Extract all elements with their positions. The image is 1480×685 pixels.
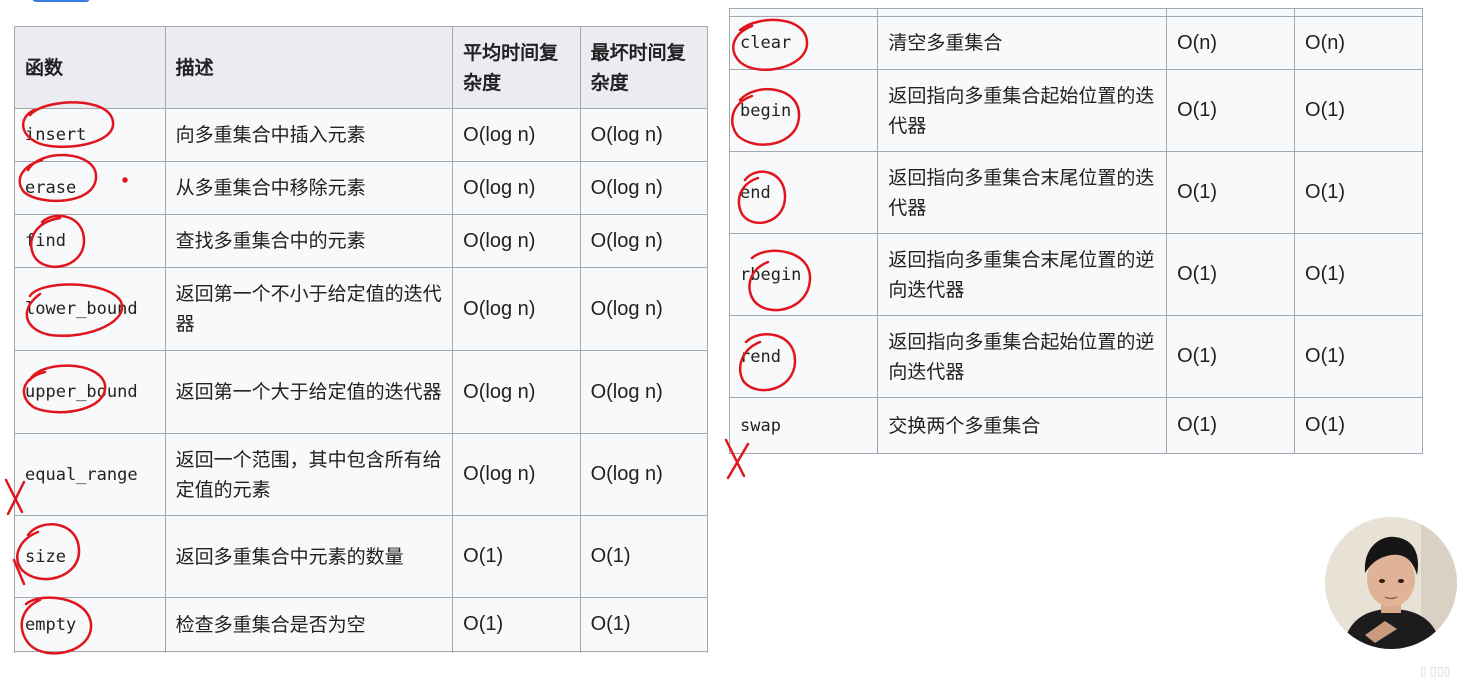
worst-complexity: O(log n) bbox=[579, 161, 709, 215]
function-description: 查找多重集合中的元素 bbox=[164, 214, 454, 268]
worst-complexity: O(1) bbox=[579, 597, 709, 652]
header-function: 函数 bbox=[14, 26, 166, 109]
table-row: clear 清空多重集合 O(n) O(n) bbox=[728, 16, 1423, 70]
table-row: equal_range 返回一个范围，其中包含所有给定值的元素 O(log n)… bbox=[14, 433, 709, 516]
function-name: lower_bound bbox=[14, 267, 166, 351]
average-complexity: O(log n) bbox=[452, 267, 581, 351]
function-name: upper_bound bbox=[14, 350, 166, 434]
function-description: 返回一个范围，其中包含所有给定值的元素 bbox=[164, 433, 454, 516]
average-complexity: O(1) bbox=[452, 515, 581, 598]
worst-complexity: O(1) bbox=[1294, 397, 1423, 454]
function-description: 返回指向多重集合起始位置的逆向迭代器 bbox=[877, 315, 1168, 398]
function-name: rend bbox=[728, 315, 879, 398]
table-header-row: 函数 描述 平均时间复杂度 最坏时间复杂度 bbox=[14, 26, 709, 109]
average-complexity: O(log n) bbox=[452, 108, 581, 162]
complexity-table-right: clear 清空多重集合 O(n) O(n) begin 返回指向多重集合起始位… bbox=[728, 8, 1423, 454]
function-description: 返回第一个大于给定值的迭代器 bbox=[164, 350, 454, 434]
worst-complexity: O(1) bbox=[1294, 233, 1423, 316]
complexity-table-left: 函数 描述 平均时间复杂度 最坏时间复杂度 insert 向多重集合中插入元素 … bbox=[14, 26, 709, 653]
average-complexity: O(log n) bbox=[452, 350, 581, 434]
worst-complexity: O(log n) bbox=[579, 350, 709, 434]
table-row: rend 返回指向多重集合起始位置的逆向迭代器 O(1) O(1) bbox=[728, 315, 1423, 398]
table-row: swap 交换两个多重集合 O(1) O(1) bbox=[728, 397, 1423, 454]
function-name: rbegin bbox=[728, 233, 879, 316]
function-name: end bbox=[728, 151, 879, 234]
average-complexity: O(1) bbox=[1166, 151, 1296, 234]
average-complexity: O(log n) bbox=[452, 161, 581, 215]
presenter-avatar bbox=[1325, 517, 1457, 649]
worst-complexity: O(n) bbox=[1294, 16, 1423, 70]
average-complexity: O(1) bbox=[1166, 397, 1296, 454]
table-row: rbegin 返回指向多重集合末尾位置的逆向迭代器 O(1) O(1) bbox=[728, 233, 1423, 316]
table-row: find 查找多重集合中的元素 O(log n) O(log n) bbox=[14, 214, 709, 268]
function-description: 清空多重集合 bbox=[877, 16, 1168, 70]
table-row-cut bbox=[14, 651, 709, 653]
header-description: 描述 bbox=[164, 26, 454, 109]
header-average-complexity: 平均时间复杂度 bbox=[452, 26, 581, 109]
table-row-cut bbox=[728, 8, 1423, 17]
worst-complexity: O(log n) bbox=[579, 267, 709, 351]
function-name: clear bbox=[728, 16, 879, 70]
table-row: begin 返回指向多重集合起始位置的迭代器 O(1) O(1) bbox=[728, 69, 1423, 152]
table-row: lower_bound 返回第一个不小于给定值的迭代器 O(log n) O(l… bbox=[14, 267, 709, 351]
function-description: 从多重集合中移除元素 bbox=[164, 161, 454, 215]
function-name: swap bbox=[728, 397, 879, 454]
header-worst-complexity: 最坏时间复杂度 bbox=[579, 26, 709, 109]
table-row: end 返回指向多重集合末尾位置的迭代器 O(1) O(1) bbox=[728, 151, 1423, 234]
worst-complexity: O(1) bbox=[1294, 69, 1423, 152]
function-description: 返回第一个不小于给定值的迭代器 bbox=[164, 267, 454, 351]
function-name: erase bbox=[14, 161, 166, 215]
average-complexity: O(1) bbox=[452, 597, 581, 652]
function-name: insert bbox=[14, 108, 166, 162]
webcam-overlay bbox=[1325, 517, 1457, 649]
function-name: empty bbox=[14, 597, 166, 652]
function-name: equal_range bbox=[14, 433, 166, 516]
function-name: begin bbox=[728, 69, 879, 152]
function-description: 返回指向多重集合起始位置的迭代器 bbox=[877, 69, 1168, 152]
table-row: insert 向多重集合中插入元素 O(log n) O(log n) bbox=[14, 108, 709, 162]
average-complexity: O(log n) bbox=[452, 214, 581, 268]
table-row: upper_bound 返回第一个大于给定值的迭代器 O(log n) O(lo… bbox=[14, 350, 709, 434]
worst-complexity: O(log n) bbox=[579, 108, 709, 162]
table-row: empty 检查多重集合是否为空 O(1) O(1) bbox=[14, 597, 709, 652]
average-complexity: O(n) bbox=[1166, 16, 1296, 70]
average-complexity: O(1) bbox=[1166, 315, 1296, 398]
average-complexity: O(1) bbox=[1166, 233, 1296, 316]
function-description: 检查多重集合是否为空 bbox=[164, 597, 454, 652]
function-description: 返回指向多重集合末尾位置的迭代器 bbox=[877, 151, 1168, 234]
table-row: size 返回多重集合中元素的数量 O(1) O(1) bbox=[14, 515, 709, 598]
function-description: 返回指向多重集合末尾位置的逆向迭代器 bbox=[877, 233, 1168, 316]
function-name: find bbox=[14, 214, 166, 268]
worst-complexity: O(1) bbox=[1294, 315, 1423, 398]
function-description: 交换两个多重集合 bbox=[877, 397, 1168, 454]
function-description: 返回多重集合中元素的数量 bbox=[164, 515, 454, 598]
average-complexity: O(1) bbox=[1166, 69, 1296, 152]
watermark: ▯ ▯▯▯ bbox=[1420, 664, 1451, 678]
worst-complexity: O(log n) bbox=[579, 214, 709, 268]
table-row: erase 从多重集合中移除元素 O(log n) O(log n) bbox=[14, 161, 709, 215]
worst-complexity: O(log n) bbox=[579, 433, 709, 516]
left-table-region: 函数 描述 平均时间复杂度 最坏时间复杂度 insert 向多重集合中插入元素 … bbox=[0, 0, 720, 653]
average-complexity: O(log n) bbox=[452, 433, 581, 516]
right-table-region: clear 清空多重集合 O(n) O(n) begin 返回指向多重集合起始位… bbox=[720, 0, 1440, 462]
function-description: 向多重集合中插入元素 bbox=[164, 108, 454, 162]
worst-complexity: O(1) bbox=[579, 515, 709, 598]
worst-complexity: O(1) bbox=[1294, 151, 1423, 234]
function-name: size bbox=[14, 515, 166, 598]
